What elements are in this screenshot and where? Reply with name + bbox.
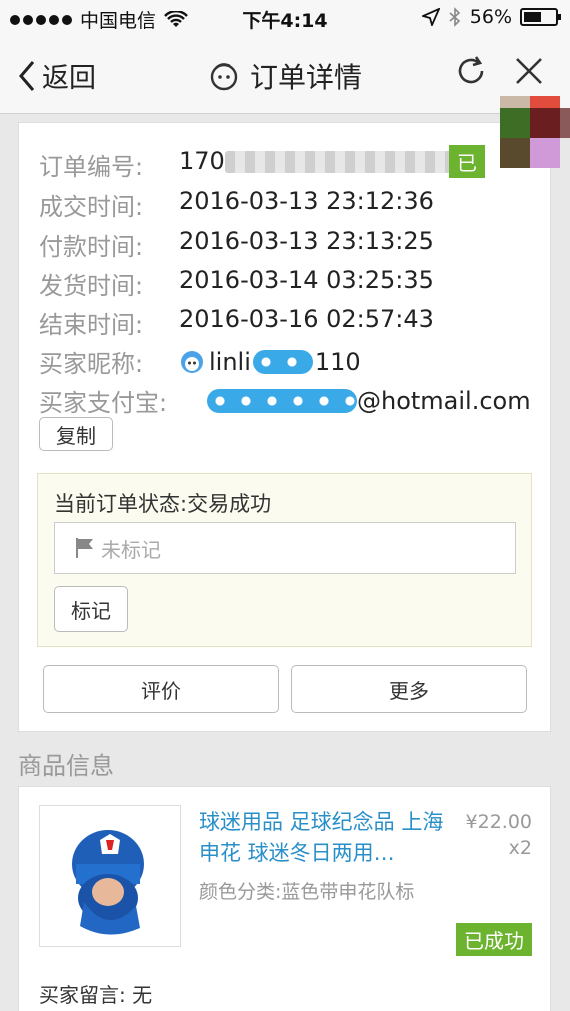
mark-placeholder: 未标记 (101, 537, 161, 562)
redaction-mosaic (500, 96, 570, 212)
wangwang-chat-icon[interactable] (179, 349, 205, 375)
buyer-nick-prefix: linli (209, 347, 251, 376)
refresh-icon[interactable] (454, 54, 488, 88)
order-face-icon (210, 63, 238, 91)
rate-button[interactable]: 评价 (43, 665, 279, 713)
pay-time-row: 付款时间: 2016-03-13 23:13:25 (39, 227, 434, 262)
order-number-row: 订单编号: 170 (39, 147, 455, 182)
order-number-value: 170 (179, 147, 455, 182)
redaction (252, 349, 313, 374)
status-bar-right: 56% (421, 6, 561, 28)
copy-button[interactable]: 复制 (39, 417, 113, 451)
end-time-value: 2016-03-16 02:57:43 (179, 305, 434, 333)
redaction (207, 388, 357, 413)
redaction (224, 151, 455, 173)
bluetooth-icon (449, 7, 460, 27)
product-price: ¥22.00 (465, 811, 532, 833)
buyer-alipay-row: 买家支付宝: @hotmail.com (39, 383, 531, 418)
buyer-message: 买家留言: 无 (39, 983, 153, 1007)
more-button[interactable]: 更多 (291, 665, 527, 713)
battery-icon (520, 8, 561, 26)
product-name[interactable]: 球迷用品 足球纪念品 上海申花 球迷冬日两用… (199, 807, 459, 869)
order-status-tag: 已 (449, 145, 485, 178)
ship-time-label: 发货时间: (39, 272, 144, 300)
close-icon[interactable] (514, 56, 544, 86)
deal-time-row: 成交时间: 2016-03-13 23:12:36 (39, 187, 434, 222)
order-number-label: 订单编号: (39, 153, 144, 181)
order-status-box: 当前订单状态:交易成功 未标记 标记 (37, 473, 532, 647)
product-section-title: 商品信息 (18, 752, 114, 780)
order-number-text: 170 (179, 147, 225, 175)
page-title-text: 订单详情 (249, 61, 362, 94)
product-hat-image (72, 830, 144, 935)
buyer-nick-row: 买家昵称: linli 110 (39, 344, 361, 379)
product-quantity: x2 (508, 837, 532, 859)
buyer-alipay-suffix: @hotmail.com (357, 386, 531, 415)
nav-bar: 返回 订单详情 (0, 36, 570, 114)
buyer-alipay-value: @hotmail.com (207, 383, 531, 418)
buyer-nick-value: linli 110 (179, 344, 361, 379)
battery-percent: 56% (469, 6, 512, 28)
end-time-row: 结束时间: 2016-03-16 02:57:43 (39, 305, 434, 340)
ship-time-value: 2016-03-14 03:25:35 (179, 266, 434, 294)
order-card: 订单编号: 170 已 成交时间: 2016-03-13 23:12:36 付款… (18, 122, 551, 732)
buyer-nick-label: 买家昵称: (39, 350, 144, 378)
pay-time-label: 付款时间: (39, 233, 144, 261)
nav-actions (454, 54, 544, 88)
buyer-alipay-label: 买家支付宝: (39, 389, 168, 417)
product-card[interactable]: 球迷用品 足球纪念品 上海申花 球迷冬日两用… ¥22.00 x2 颜色分类:蓝… (18, 786, 551, 1011)
flag-icon (76, 538, 93, 558)
end-time-label: 结束时间: (39, 311, 144, 339)
status-bar: 中国电信 下午4:14 56% (0, 0, 570, 36)
ship-time-row: 发货时间: 2016-03-14 03:25:35 (39, 266, 434, 301)
order-status-text: 当前订单状态:交易成功 (54, 492, 272, 516)
buyer-nick-suffix: 110 (314, 347, 361, 376)
product-price-block: ¥22.00 x2 (466, 809, 532, 861)
pay-time-value: 2016-03-13 23:13:25 (179, 227, 434, 255)
product-status-tag: 已成功 (456, 923, 532, 956)
deal-time-value: 2016-03-13 23:12:36 (179, 187, 434, 215)
product-spec: 颜色分类:蓝色带申花队标 (199, 881, 415, 903)
deal-time-label: 成交时间: (39, 193, 144, 221)
location-arrow-icon (421, 8, 440, 26)
battery-level (524, 12, 541, 22)
mark-input[interactable]: 未标记 (54, 522, 516, 574)
mark-button[interactable]: 标记 (54, 586, 128, 632)
product-image[interactable] (39, 805, 181, 947)
